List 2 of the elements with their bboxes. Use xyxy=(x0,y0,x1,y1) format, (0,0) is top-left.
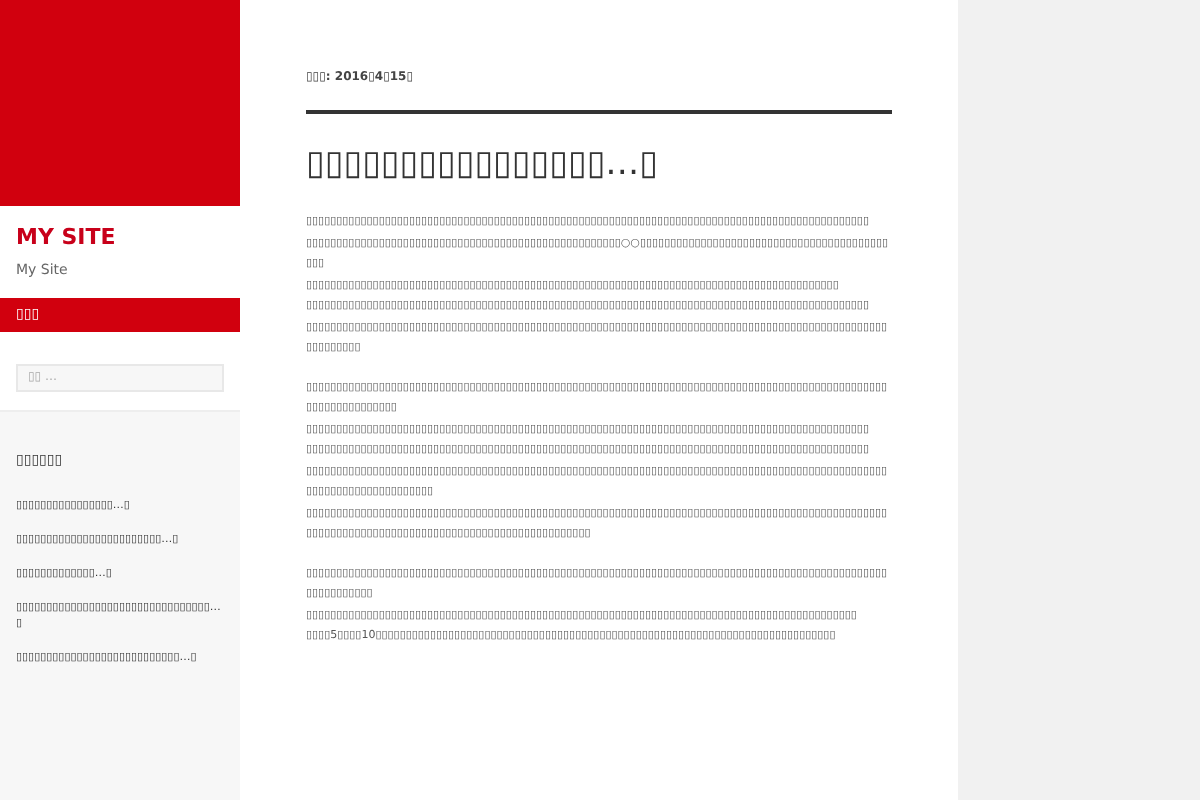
site-title-link[interactable]: MY SITE xyxy=(16,224,224,250)
post-title: ▯▯▯▯▯▯▯▯▯▯▯▯▯▯▯▯…▯ xyxy=(306,110,892,186)
